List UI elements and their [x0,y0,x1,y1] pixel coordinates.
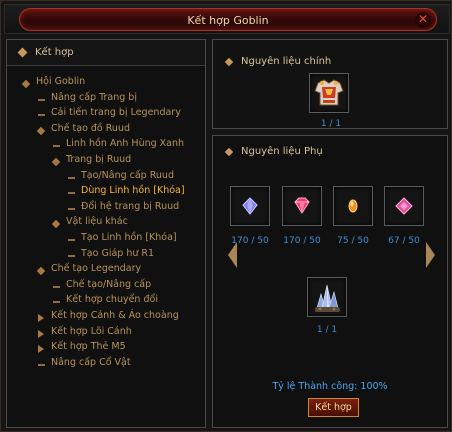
tree-item[interactable]: Chế tạo đồ Ruud [36,122,203,138]
close-icon[interactable]: ✕ [415,12,431,28]
collapsed-node-icon [38,345,44,354]
tree-item-label: Chế tạo/Nâng cấp [66,278,152,290]
tree-item[interactable]: Kết hợp Lõi Cánh [38,326,203,341]
expanded-node-icon [36,266,46,276]
expanded-node-icon [21,79,31,89]
scroll-left-arrow-icon[interactable] [228,242,237,268]
collapsed-node-icon [38,314,44,322]
main-material-title: Nguyên liệu chính [241,56,332,67]
tree-item-label: Chế tạo Legendary [51,263,142,275]
tree-item[interactable]: Tạo Linh hồn [Khóa] [68,232,203,247]
tree-item[interactable]: Trang bị Ruud [51,154,203,169]
magenta-gem-icon [395,197,413,215]
tree-item-label: Đổi hệ trang bị Ruud [81,200,180,212]
leaf-dash-icon [68,207,75,210]
tree-item-label: Vật liệu khác [66,216,128,228]
collapsed-node-icon [38,329,44,338]
tree-item[interactable]: Tạo/Nâng cấp Ruud [68,170,203,185]
sub-material-count-2: 170 / 50 [283,236,321,246]
tree-item-label: Trang bị Ruud [66,154,132,165]
leaf-dash-icon [53,145,60,148]
leaf-dash-icon [53,285,60,288]
tree-item-label: Cải tiến trang bị Legendary [51,107,181,119]
tree-item[interactable]: Cải tiến trang bị Legendary [38,107,203,122]
tree-item-label: Tạo/Nâng cấp Ruud [81,169,174,181]
tree-item[interactable]: Dùng Linh hồn [Khóa] [68,185,203,200]
sub-material-slot-3[interactable] [333,186,373,226]
title-bar: Kết hợp Goblin ✕ [4,4,450,34]
crystal-cluster-icon [315,284,340,312]
main-material-count: 1 / 1 [320,119,342,129]
tree-item-label: Hội Goblin [36,76,86,87]
leaf-dash-icon [38,98,45,101]
sub-material-slot-2[interactable] [282,186,322,226]
ruud-armor-icon [314,79,344,106]
sub-material-slot-1[interactable] [230,186,270,226]
tree-item-label: Tạo Giáp hư R1 [81,247,155,259]
diamond-bullet-icon [17,47,28,58]
tree-item[interactable]: Hội Goblin [21,76,203,91]
crystal-count: 1 / 1 [316,325,338,335]
leaf-dash-icon [68,176,75,179]
tree-item[interactable]: Nâng cấp Trang bị [38,92,203,107]
window-title: Kết hợp Goblin [187,14,269,27]
tree-item-label: Linh hồn Anh Hùng Xanh [66,138,185,150]
recipe-tree-header: Kết hợp [7,40,205,66]
leaf-dash-icon [68,239,75,241]
tree-item[interactable]: Kết hợp Thẻ M5 [38,341,203,356]
tree-item[interactable]: Tạo Giáp hư R1 [68,248,203,263]
leaf-dash-icon [38,363,45,366]
recipe-tree-panel: Kết hợp Hội Goblin Nâng cấp Trang bị Cải t… [6,39,206,428]
tree-item-label: Kết hợp Thẻ M5 [51,341,126,353]
sub-material-count-4: 67 / 50 [388,236,420,246]
tree-item-label: Chế tạo đồ Ruud [51,122,131,134]
orange-gem-icon [348,199,358,213]
tree-item[interactable]: Chế tạo Legendary [36,263,203,278]
tree-item-label: Dùng Linh hồn [Khóa] [81,185,185,197]
expanded-node-icon [51,157,61,167]
tree-item-label: Nâng cấp Cổ Vật [51,356,131,368]
recipe-tree-title: Kết hợp [35,47,74,58]
success-rate-text: Tỷ lệ Thành công: 100% [272,381,388,392]
tree-item-label: Kết hợp Lõi Cánh [51,325,132,337]
leaf-dash-icon [53,301,60,304]
leaf-dash-icon [68,192,75,195]
tree-item[interactable]: Nâng cấp Cổ Vật [38,357,203,372]
title-pill: Kết hợp Goblin ✕ [19,8,437,31]
tree-item-label: Kết hợp chuyển đổi [66,294,158,306]
tree-item[interactable]: Đổi hệ trang bị Ruud [68,201,203,216]
tree-item[interactable]: Linh hồn Anh Hùng Xanh [53,138,203,153]
combine-button[interactable]: Kết hợp [308,398,359,417]
expanded-node-icon [36,126,46,136]
diamond-bullet-icon [224,57,234,67]
main-material-panel: Nguyên liệu chính 1 / 1 [212,39,448,129]
tree-item[interactable]: Kết hợp Cánh & Áo choàng [38,310,203,325]
tree-item[interactable]: Chế tạo/Nâng cấp [53,279,203,294]
main-material-slot[interactable] [309,73,349,113]
expanded-node-icon [51,220,61,229]
sub-material-title: Nguyên liệu Phụ [241,146,323,157]
leaf-dash-icon [68,254,75,257]
tree-item-label: Nâng cấp Trang bị [51,91,137,103]
sub-material-count-3: 75 / 50 [337,236,369,246]
blue-gem-icon [242,197,258,215]
sub-material-slot-4[interactable] [384,186,424,226]
tree-item-label: Tạo Linh hồn [Khóa] [81,232,177,243]
tree-item[interactable]: Kết hợp chuyển đổi [53,294,203,309]
leaf-dash-icon [38,114,45,117]
tree-item[interactable]: Vật liệu khác [51,216,203,231]
goblin-combine-window: Kết hợp Goblin ✕ Kết hợp Hội Goblin Nâng … [0,0,452,432]
pink-gem-icon [294,197,310,214]
diamond-bullet-icon [224,147,234,157]
crystal-slot[interactable] [307,277,347,317]
tree-item-label: Kết hợp Cánh & Áo choàng [51,310,179,321]
scroll-right-arrow-icon[interactable] [426,242,435,268]
